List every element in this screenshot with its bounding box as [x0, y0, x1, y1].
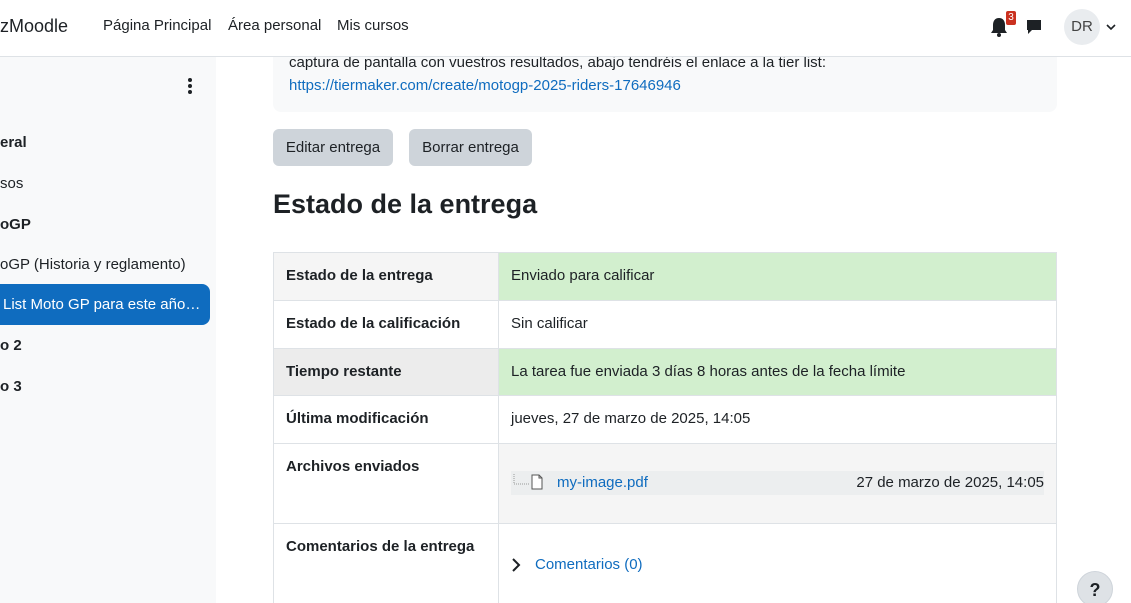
- last-modified-value: jueves, 27 de marzo de 2025, 14:05: [498, 395, 1057, 444]
- chevron-down-icon[interactable]: [1106, 22, 1116, 32]
- row-label: Última modificación: [273, 395, 499, 444]
- nav-link-my-courses[interactable]: Mis cursos: [337, 17, 409, 34]
- nav-link-home[interactable]: Página Principal: [103, 17, 211, 34]
- drawer-item-motogp-historia[interactable]: oGP (Historia y reglamento): [0, 256, 186, 273]
- time-remaining-value: La tarea fue enviada 3 días 8 horas ante…: [498, 348, 1057, 396]
- chevron-right-icon[interactable]: [511, 558, 521, 572]
- table-row: Estado de la calificación Sin calificar: [273, 300, 1057, 349]
- intro-text: captura de pantalla con vuestros resulta…: [289, 57, 826, 71]
- top-navbar: zMoodle Página Principal Área personal M…: [0, 0, 1131, 57]
- comments-toggle[interactable]: Comentarios (0): [511, 554, 1044, 578]
- file-entry: my-image.pdf 27 de marzo de 2025, 14:05: [511, 471, 1044, 495]
- submitted-files-cell: my-image.pdf 27 de marzo de 2025, 14:05: [498, 443, 1057, 524]
- pdf-file-icon: [531, 474, 543, 490]
- submission-comments-cell: Comentarios (0): [498, 523, 1057, 603]
- drawer-item-tier-list-active[interactable]: List Moto GP para este año…: [0, 284, 210, 325]
- section-title: Estado de la entrega: [273, 189, 538, 219]
- table-row: Archivos enviados my-image.pdf 27 de mar…: [273, 443, 1057, 524]
- comments-link[interactable]: Comentarios (0): [535, 556, 643, 573]
- main-content: captura de pantalla con vuestros resulta…: [216, 57, 1131, 603]
- row-label: Estado de la calificación: [273, 300, 499, 349]
- drawer-section-motogp[interactable]: oGP: [0, 216, 31, 233]
- assignment-intro-box: captura de pantalla con vuestros resulta…: [273, 57, 1057, 112]
- grading-status-value: Sin calificar: [498, 300, 1057, 349]
- edit-submission-button[interactable]: Editar entrega: [273, 129, 393, 166]
- more-options-icon[interactable]: [182, 77, 198, 95]
- drawer-section-general[interactable]: eral: [0, 134, 27, 151]
- course-index-drawer: eral sos oGP oGP (Historia y reglamento)…: [0, 57, 216, 603]
- notification-count-badge: 3: [1006, 11, 1016, 25]
- row-label: Archivos enviados: [273, 443, 499, 524]
- chat-icon[interactable]: [1025, 18, 1043, 36]
- row-label: Estado de la entrega: [273, 252, 499, 301]
- drawer-section-3[interactable]: o 3: [0, 378, 22, 395]
- table-row: Comentarios de la entrega Comentarios (0…: [273, 523, 1057, 603]
- drawer-section-2[interactable]: o 2: [0, 337, 22, 354]
- tree-connector-icon: [513, 474, 530, 485]
- row-label: Tiempo restante: [273, 348, 499, 396]
- drawer-item-avisos[interactable]: sos: [0, 175, 23, 192]
- file-date: 27 de marzo de 2025, 14:05: [856, 474, 1044, 491]
- site-brand[interactable]: zMoodle: [0, 16, 68, 37]
- delete-submission-button[interactable]: Borrar entrega: [409, 129, 532, 166]
- help-button[interactable]: ?: [1077, 571, 1113, 603]
- submission-status-value: Enviado para calificar: [498, 252, 1057, 301]
- table-row: Última modificación jueves, 27 de marzo …: [273, 395, 1057, 444]
- row-label: Comentarios de la entrega: [273, 523, 499, 603]
- user-avatar[interactable]: DR: [1064, 9, 1100, 45]
- file-link[interactable]: my-image.pdf: [557, 474, 648, 491]
- nav-link-dashboard[interactable]: Área personal: [228, 17, 321, 34]
- table-row: Tiempo restante La tarea fue enviada 3 d…: [273, 348, 1057, 396]
- submission-status-table: Estado de la entrega Enviado para califi…: [273, 252, 1057, 603]
- table-row: Estado de la entrega Enviado para califi…: [273, 252, 1057, 301]
- tiermaker-link[interactable]: https://tiermaker.com/create/motogp-2025…: [289, 77, 681, 94]
